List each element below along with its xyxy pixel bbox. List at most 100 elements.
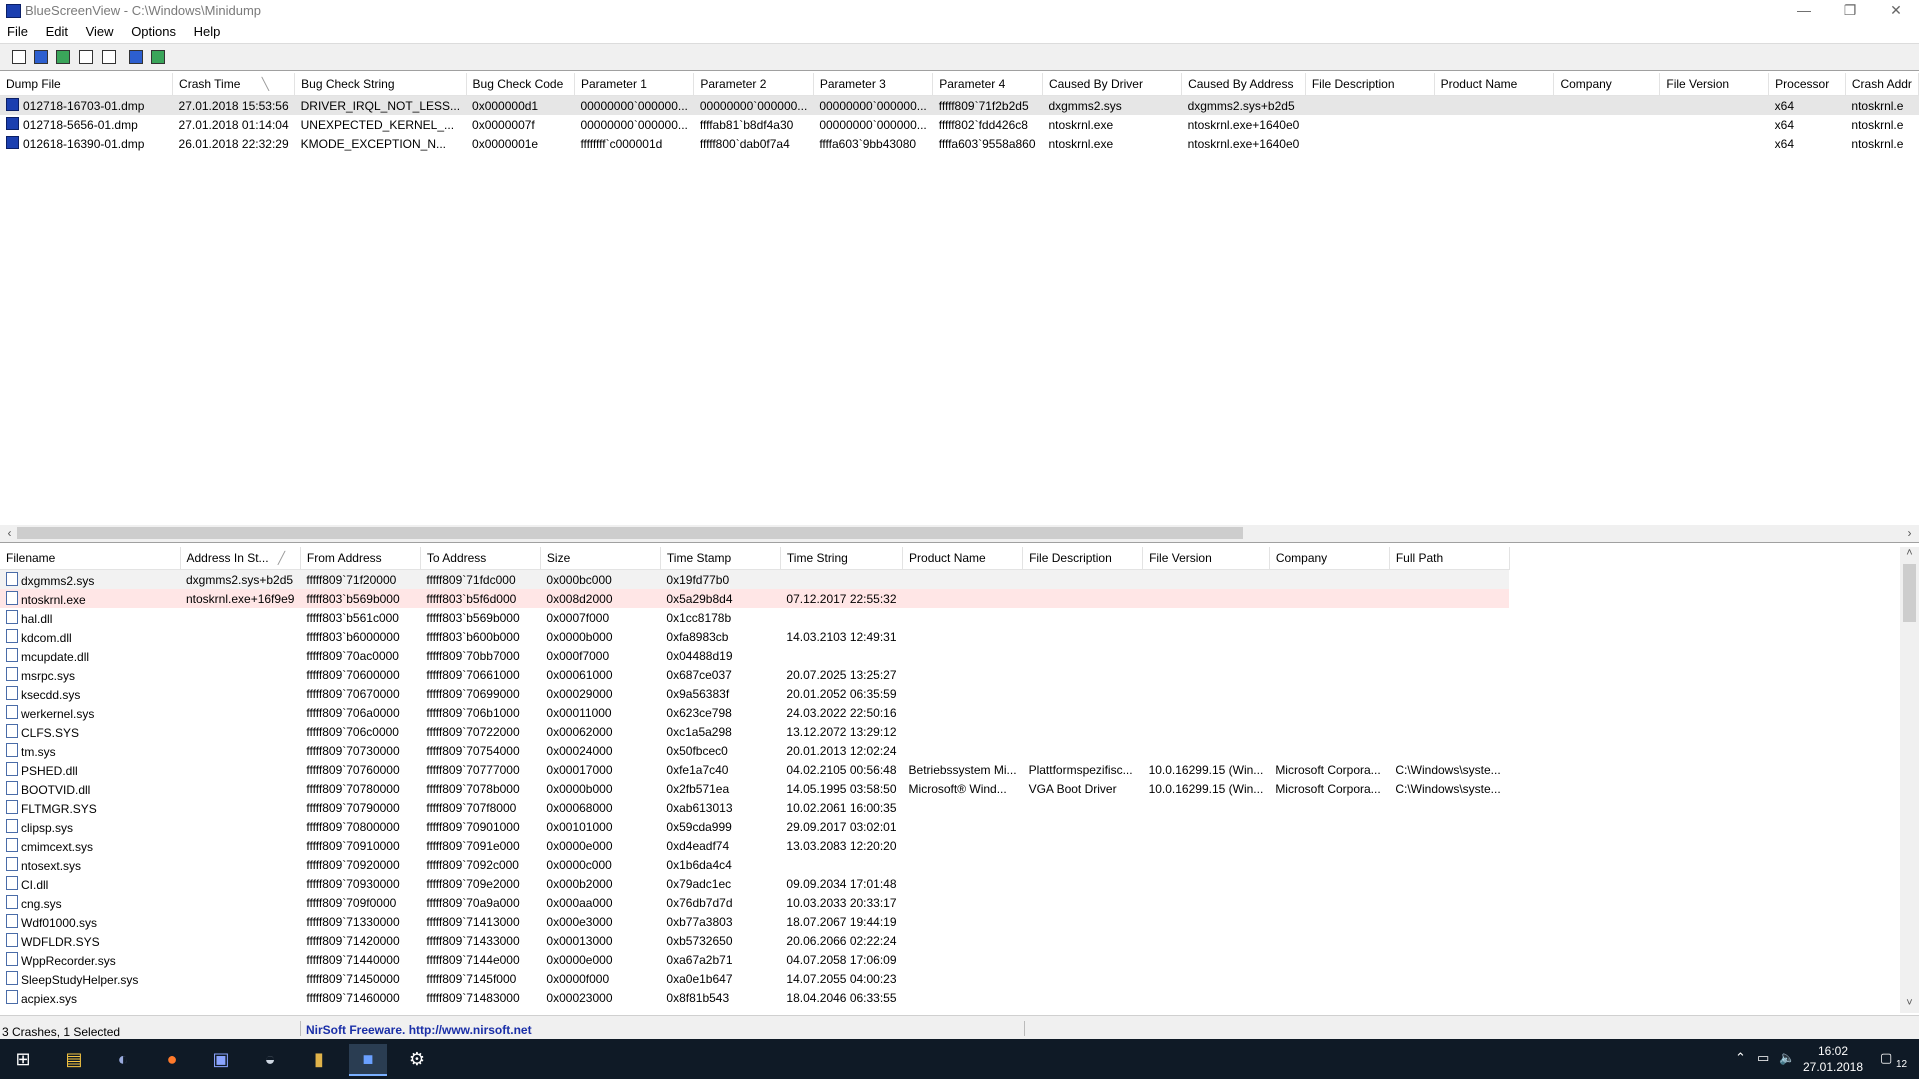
col-parameter-3[interactable]: Parameter 3 (813, 73, 934, 96)
driver-row[interactable]: hal.dll fffff803`b561c000 fffff803`b569b00… (0, 608, 1509, 627)
col-caused-by-driver[interactable]: Caused By Driver (1042, 73, 1183, 96)
driver-row[interactable]: msrpc.sys fffff809`70600000 fffff809`70661… (0, 665, 1509, 684)
refresh-icon[interactable] (54, 48, 71, 65)
driver-row[interactable]: clipsp.sys fffff809`70800000 fffff809`7090… (0, 817, 1509, 836)
col-parameter-1[interactable]: Parameter 1 (574, 73, 695, 96)
driver-row[interactable]: CLFS.SYS fffff809`706c0000 fffff809`707220… (0, 722, 1509, 741)
col-time-stamp[interactable]: Time Stamp (660, 547, 781, 570)
close-button[interactable]: ✕ (1873, 0, 1919, 22)
col-company[interactable]: Company (1553, 73, 1661, 96)
col-from-address[interactable]: From Address (300, 547, 421, 570)
col-bug-check-code[interactable]: Bug Check Code (466, 73, 575, 96)
file-explorer-icon[interactable]: ▤ (55, 1044, 93, 1074)
scroll-right-icon[interactable]: › (1902, 526, 1917, 540)
driver-row[interactable]: WppRecorder.sys fffff809`71440000 fffff809… (0, 950, 1509, 969)
col-full-path[interactable]: Full Path (1389, 547, 1510, 570)
driver-file-icon (6, 875, 18, 890)
firefox-icon[interactable]: ● (153, 1044, 191, 1074)
driver-row[interactable]: SleepStudyHelper.sys fffff809`71450000 fff… (0, 969, 1509, 988)
network-icon[interactable]: ▭ (1757, 1050, 1769, 1066)
notification-icon[interactable]: ▢ (1880, 1050, 1892, 1066)
menu-view[interactable]: View (79, 22, 121, 39)
driver-row[interactable]: FLTMGR.SYS fffff809`70790000 fffff809`707f… (0, 798, 1509, 817)
driver-row[interactable]: PSHED.dll fffff809`70760000 fffff809`70777… (0, 760, 1509, 779)
col-processor[interactable]: Processor (1768, 73, 1846, 96)
start-icon[interactable]: ⊞ (4, 1044, 42, 1074)
html-report-icon[interactable] (100, 48, 117, 65)
winrar-icon[interactable]: ▮ (300, 1044, 338, 1074)
scroll-up-icon[interactable]: ˄ (1900, 547, 1919, 559)
col-crash-time[interactable]: Crash Time ╲ (172, 73, 296, 96)
scroll-left-icon[interactable]: ‹ (2, 526, 17, 540)
col-to-address[interactable]: To Address (420, 547, 541, 570)
driver-row[interactable]: ntoskrnl.exe ntoskrnl.exe+16f9e9 fffff803`… (0, 589, 1510, 608)
minimize-button[interactable]: — (1781, 0, 1827, 22)
crash-row[interactable]: 012718-5656-01.dmp 27.01.2018 01:14:04 UNE… (0, 115, 1919, 134)
driver-list[interactable]: Filename Address In St... ╱ From Address… (0, 547, 1900, 1013)
app-icon[interactable]: ◐ (104, 1044, 142, 1074)
col-product-name[interactable]: Product Name (902, 547, 1024, 570)
menu-edit[interactable]: Edit (39, 22, 75, 39)
cell-product: Betriebssystem Mi... (908, 762, 1017, 777)
crash-row[interactable]: 012718-16703-01.dmp 27.01.2018 15:53:56 DR… (0, 95, 1919, 115)
menu-options[interactable]: Options (124, 22, 183, 39)
discord-icon[interactable]: ▣ (202, 1044, 240, 1074)
col-filename[interactable]: Filename (0, 547, 181, 570)
col-caused-by-address[interactable]: Caused By Address (1181, 73, 1306, 96)
driver-row[interactable]: dxgmms2.sys dxgmms2.sys+b2d5 fffff809`71f2… (0, 569, 1510, 589)
bluescreenview-icon[interactable]: ■ (349, 1044, 387, 1076)
scroll-thumb[interactable] (1903, 564, 1916, 622)
find-icon[interactable] (127, 48, 144, 65)
col-address-in-stack[interactable]: Address In St... ╱ (180, 547, 301, 570)
col-company[interactable]: Company (1269, 547, 1390, 570)
driver-row[interactable]: tm.sys fffff809`70730000 fffff809`70754000… (0, 741, 1509, 760)
col-file-version[interactable]: File Version (1659, 73, 1770, 96)
menu-file[interactable]: File (0, 22, 35, 39)
driver-row[interactable]: kdcom.dll fffff803`b6000000 fffff803`b600b… (0, 627, 1509, 646)
col-time-string[interactable]: Time String (780, 547, 904, 570)
cell-from: fffff809`70600000 (306, 667, 400, 682)
horizontal-scrollbar[interactable]: ‹ › (0, 525, 1919, 543)
col-parameter-2[interactable]: Parameter 2 (693, 73, 814, 96)
menu-help[interactable]: Help (187, 22, 228, 39)
driver-row[interactable]: BOOTVID.dll fffff809`70780000 fffff809`707… (0, 779, 1509, 798)
driver-row[interactable]: cng.sys fffff809`709f0000 fffff809`70a9a00… (0, 893, 1509, 912)
chevron-up-icon[interactable]: ⌃ (1735, 1050, 1746, 1066)
steam-icon[interactable]: ◒ (251, 1044, 289, 1074)
nirsoft-link[interactable]: NirSoft Freeware. http://www.nirsoft.net (306, 1023, 532, 1037)
restore-button[interactable]: ❐ (1827, 0, 1873, 22)
col-size[interactable]: Size (540, 547, 661, 570)
cell-stamp: 0xa0e1b647 (666, 971, 733, 986)
clock[interactable]: 16:02 27.01.2018 (1798, 1043, 1868, 1075)
col-dump-file[interactable]: Dump File (0, 73, 174, 96)
col-file-description[interactable]: File Description (1022, 547, 1144, 570)
copy-icon[interactable] (77, 48, 94, 65)
scroll-down-icon[interactable]: ˅ (1900, 997, 1919, 1009)
scroll-thumb[interactable] (17, 527, 1243, 539)
volume-icon[interactable]: 🔈 (1779, 1050, 1795, 1066)
col-file-version[interactable]: File Version (1142, 547, 1270, 570)
driver-row[interactable]: ntosext.sys fffff809`70920000 fffff809`709… (0, 855, 1509, 874)
vertical-scrollbar[interactable]: ˄ ˅ (1900, 547, 1919, 1013)
driver-row[interactable]: WDFLDR.SYS fffff809`71420000 fffff809`7143… (0, 931, 1509, 950)
driver-row[interactable]: acpiex.sys fffff809`71460000 fffff809`7148… (0, 988, 1509, 1007)
properties-icon[interactable] (10, 48, 27, 65)
col-bug-check-string[interactable]: Bug Check String (294, 73, 467, 96)
driver-row[interactable]: mcupdate.dll fffff809`70ac0000 fffff809`70… (0, 646, 1509, 665)
settings-icon[interactable]: ⚙ (398, 1044, 436, 1074)
exit-icon[interactable] (149, 48, 166, 65)
sort-indicator: ╱ (277, 551, 286, 565)
driver-row[interactable]: CI.dll fffff809`70930000 fffff809`709e2000… (0, 874, 1509, 893)
driver-row[interactable]: cmimcext.sys fffff809`70910000 fffff809`70… (0, 836, 1509, 855)
col-crash-address[interactable]: Crash Addr (1845, 73, 1919, 96)
driver-row[interactable]: werkernel.sys fffff809`706a0000 fffff809`7… (0, 703, 1509, 722)
col-file-description[interactable]: File Description (1305, 73, 1435, 96)
cell-desc (1023, 817, 1143, 836)
col-parameter-4[interactable]: Parameter 4 (932, 73, 1043, 96)
driver-row[interactable]: Wdf01000.sys fffff809`71330000 fffff809`71… (0, 912, 1509, 931)
crash-row[interactable]: 012618-16390-01.dmp 26.01.2018 22:32:29 KM… (0, 134, 1919, 153)
save-icon[interactable] (32, 48, 49, 65)
crash-list[interactable]: Dump File Crash Time ╲ Bug Check String … (0, 73, 1919, 526)
col-product-name[interactable]: Product Name (1434, 73, 1555, 96)
driver-row[interactable]: ksecdd.sys fffff809`70670000 fffff809`7069… (0, 684, 1509, 703)
